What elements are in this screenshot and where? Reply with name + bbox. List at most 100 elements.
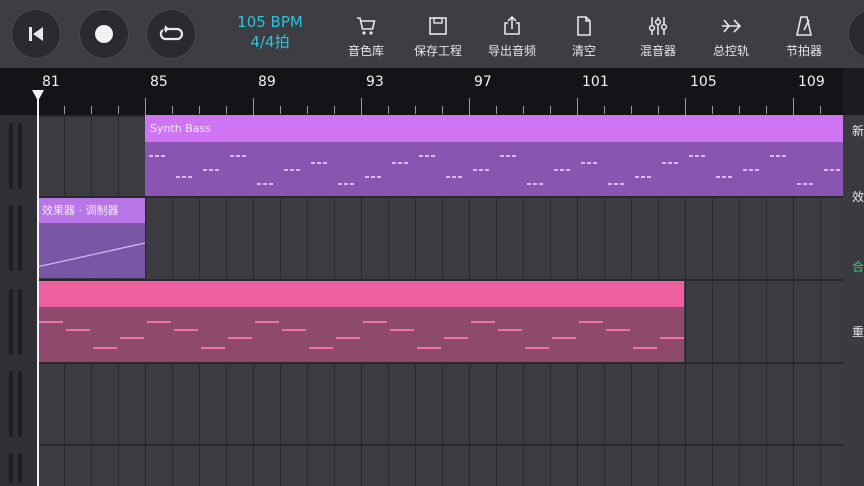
note — [174, 329, 198, 331]
bpm-value: 105 BPM — [237, 13, 303, 31]
note — [255, 321, 279, 323]
ruler-tick — [442, 106, 443, 114]
note — [363, 321, 387, 323]
note — [257, 183, 261, 185]
note — [350, 183, 354, 185]
ruler-corner — [843, 68, 864, 115]
note — [695, 155, 699, 157]
note — [506, 155, 510, 157]
arrangement-grid[interactable]: Synth Bass 效果器 · 调制器 — [37, 115, 843, 486]
ruler-tick — [226, 106, 227, 114]
note — [120, 337, 144, 339]
note — [803, 183, 807, 185]
note — [309, 347, 333, 349]
note — [284, 169, 288, 171]
record-icon — [95, 25, 113, 43]
clip-title: Synth Bass — [145, 115, 843, 142]
track-grip[interactable] — [9, 205, 13, 271]
note — [498, 329, 522, 331]
clip-title — [37, 281, 684, 307]
ruler-tick — [658, 106, 659, 114]
note — [662, 162, 666, 164]
loop-button[interactable] — [146, 9, 196, 59]
note — [242, 155, 246, 157]
tool-label: 导出音频 — [487, 44, 536, 58]
ruler-tick — [820, 106, 821, 114]
bar-number: 81 — [42, 74, 60, 90]
note — [161, 155, 165, 157]
track-grip[interactable] — [9, 453, 13, 483]
ruler-tick — [253, 98, 254, 115]
note — [560, 169, 564, 171]
master-track-button[interactable]: 总控轨 — [700, 14, 762, 59]
note — [296, 169, 300, 171]
note — [93, 347, 117, 349]
note — [633, 347, 657, 349]
track-grip[interactable] — [9, 371, 13, 437]
tool-label: 音色库 — [347, 44, 384, 58]
loop-icon — [159, 25, 184, 41]
track-grip[interactable] — [9, 123, 13, 189]
note — [471, 321, 495, 323]
note — [365, 176, 369, 178]
note — [824, 169, 828, 171]
more-button[interactable] — [848, 9, 864, 59]
note — [230, 155, 234, 157]
playhead-marker-icon[interactable] — [31, 89, 45, 103]
clear-button[interactable]: 清空 — [553, 14, 615, 59]
clip-automation[interactable]: 效果器 · 调制器 — [37, 198, 145, 278]
tempo-display[interactable]: 105 BPM 4/4拍 — [228, 12, 312, 52]
note — [525, 347, 549, 349]
track-label[interactable]: 重 — [852, 323, 864, 340]
sound-library-button[interactable]: 音色库 — [335, 14, 397, 59]
bar-number: 93 — [366, 74, 384, 90]
track-grip[interactable] — [18, 289, 22, 355]
ruler-tick — [766, 106, 767, 114]
record-button[interactable] — [79, 9, 129, 59]
clip-synth-bass[interactable]: Synth Bass — [145, 115, 843, 196]
track-label[interactable]: 效 — [852, 188, 864, 205]
save-project-button[interactable]: 保存工程 — [407, 14, 469, 59]
timeline-ruler[interactable]: 81 85 89 93 97 101 105 109 — [0, 68, 843, 115]
note — [552, 337, 576, 339]
note — [566, 169, 570, 171]
track-label[interactable]: 合 — [852, 258, 864, 275]
note — [635, 176, 639, 178]
note — [554, 169, 558, 171]
track-grip[interactable] — [18, 453, 22, 483]
note — [458, 176, 462, 178]
note — [419, 155, 423, 157]
tool-label: 总控轨 — [712, 44, 749, 58]
note — [836, 169, 840, 171]
ruler-tick — [496, 106, 497, 114]
ruler-tick — [361, 98, 362, 115]
note — [311, 162, 315, 164]
track-grip[interactable] — [18, 205, 22, 271]
note — [701, 155, 705, 157]
note — [398, 162, 402, 164]
track-label[interactable]: 新 — [852, 122, 864, 139]
ruler-tick — [604, 106, 605, 114]
playhead-line[interactable] — [37, 90, 39, 486]
note — [660, 337, 684, 339]
track-handle-rail[interactable] — [0, 115, 37, 486]
track-grip[interactable] — [18, 371, 22, 437]
metronome-button[interactable]: 节拍器 — [773, 14, 835, 59]
clip-pink[interactable] — [37, 281, 684, 362]
bar-number: 85 — [150, 74, 168, 90]
note — [215, 169, 219, 171]
share-export-icon — [500, 14, 524, 38]
note — [755, 169, 759, 171]
note — [668, 162, 672, 164]
export-audio-button[interactable]: 导出音频 — [481, 14, 543, 59]
top-toolbar: 105 BPM 4/4拍 音色库 保存工程 导出音频 清空 混音器 总控轨 节拍… — [0, 0, 864, 68]
track-grip[interactable] — [9, 289, 13, 355]
ruler-tick — [64, 106, 65, 114]
note — [620, 183, 624, 185]
rewind-button[interactable] — [11, 9, 61, 59]
note — [147, 321, 171, 323]
track-grip[interactable] — [18, 123, 22, 189]
ruler-tick — [388, 106, 389, 114]
note — [269, 183, 273, 185]
mixer-button[interactable]: 混音器 — [627, 14, 689, 59]
